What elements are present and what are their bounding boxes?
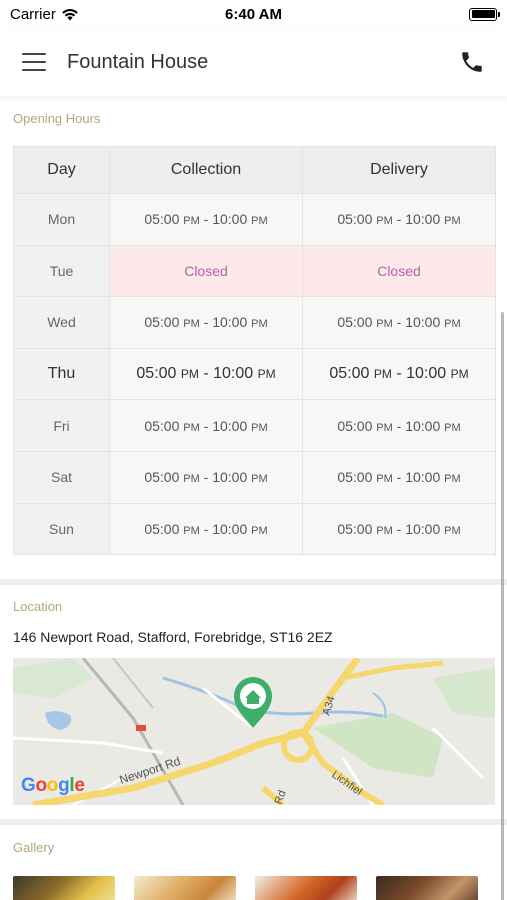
battery-icon xyxy=(469,7,500,21)
table-header-row: Day Collection Delivery xyxy=(13,146,496,194)
collection-hours-cell: 05:00 PM - 10:00 PM xyxy=(109,296,303,349)
column-header-collection: Collection xyxy=(109,146,303,194)
day-cell: Tue xyxy=(13,244,110,298)
map-image: Newport Rd A34 Lichfiel Rd xyxy=(13,658,495,805)
collection-hours-cell: 05:00 PM - 10:00 PM xyxy=(109,347,303,401)
column-header-day: Day xyxy=(13,146,110,194)
gallery-photo-4[interactable] xyxy=(376,876,478,900)
gallery-photo-1[interactable] xyxy=(13,876,115,900)
status-bar: Carrier 6:40 AM xyxy=(0,0,507,28)
section-divider xyxy=(0,819,507,825)
location-label: Location xyxy=(13,599,63,614)
day-cell: Wed xyxy=(13,296,110,349)
table-row: Mon 05:00 PM - 10:00 PM 05:00 PM - 10:00… xyxy=(13,193,496,246)
opening-hours-section: Opening Hours Day Collection Delivery Mo… xyxy=(0,96,507,576)
delivery-hours-cell: 05:00 PM - 10:00 PM xyxy=(302,399,496,452)
gallery-photo-3[interactable] xyxy=(255,876,357,900)
table-row: Tue Closed Closed xyxy=(13,244,496,298)
address-text: 146 Newport Road, Stafford, Forebridge, … xyxy=(13,629,333,645)
day-cell: Mon xyxy=(13,193,110,246)
day-cell: Sun xyxy=(13,502,110,556)
hamburger-menu-icon[interactable] xyxy=(22,53,46,71)
content-scroll[interactable]: Opening Hours Day Collection Delivery Mo… xyxy=(0,96,507,900)
opening-hours-label: Opening Hours xyxy=(13,111,101,126)
table-row: Sun 05:00 PM - 10:00 PM 05:00 PM - 10:00… xyxy=(13,502,496,556)
collection-closed-cell: Closed xyxy=(109,244,303,298)
carrier-label: Carrier xyxy=(10,5,56,23)
gallery-photo-2[interactable] xyxy=(134,876,236,900)
collection-hours-cell: 05:00 PM - 10:00 PM xyxy=(109,193,303,246)
delivery-hours-cell: 05:00 PM - 10:00 PM xyxy=(302,347,496,401)
gallery-label: Gallery xyxy=(13,840,55,855)
phone-icon[interactable] xyxy=(459,49,485,75)
delivery-hours-cell: 05:00 PM - 10:00 PM xyxy=(302,502,496,556)
scrollbar[interactable] xyxy=(501,312,504,900)
app-header: Fountain House xyxy=(0,28,507,96)
table-row: Wed 05:00 PM - 10:00 PM 05:00 PM - 10:00… xyxy=(13,296,496,349)
opening-hours-table: Day Collection Delivery Mon 05:00 PM - 1… xyxy=(13,146,496,556)
status-left: Carrier xyxy=(10,6,79,23)
table-row: Sat 05:00 PM - 10:00 PM 05:00 PM - 10:00… xyxy=(13,450,496,504)
collection-hours-cell: 05:00 PM - 10:00 PM xyxy=(109,399,303,452)
wifi-icon xyxy=(62,8,78,20)
day-cell: Fri xyxy=(13,399,110,452)
day-cell: Thu xyxy=(13,347,110,401)
section-divider xyxy=(0,579,507,585)
page-title: Fountain House xyxy=(67,50,209,73)
location-map[interactable]: Newport Rd A34 Lichfiel Rd Google xyxy=(13,658,495,805)
column-header-delivery: Delivery xyxy=(302,146,496,194)
delivery-hours-cell: 05:00 PM - 10:00 PM xyxy=(302,193,496,246)
collection-hours-cell: 05:00 PM - 10:00 PM xyxy=(109,502,303,556)
delivery-hours-cell: 05:00 PM - 10:00 PM xyxy=(302,450,496,504)
google-logo: Google xyxy=(21,775,85,796)
delivery-closed-cell: Closed xyxy=(302,244,496,298)
table-row-today: Thu 05:00 PM - 10:00 PM 05:00 PM - 10:00… xyxy=(13,347,496,401)
day-cell: Sat xyxy=(13,450,110,504)
table-row: Fri 05:00 PM - 10:00 PM 05:00 PM - 10:00… xyxy=(13,399,496,452)
delivery-hours-cell: 05:00 PM - 10:00 PM xyxy=(302,296,496,349)
collection-hours-cell: 05:00 PM - 10:00 PM xyxy=(109,450,303,504)
gallery-strip xyxy=(13,876,495,900)
